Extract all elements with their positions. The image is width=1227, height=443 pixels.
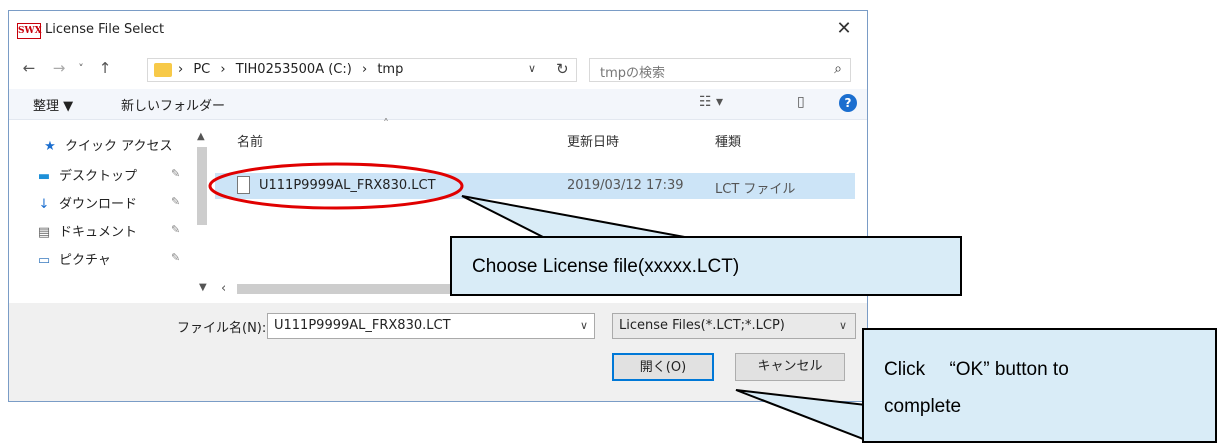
sidebar-item-label: クイック アクセス	[65, 139, 173, 154]
sidebar-item-label: ピクチャ	[59, 253, 111, 268]
sidebar-item-pictures[interactable]: ▭ ピクチャ	[35, 249, 111, 268]
help-icon[interactable]: ?	[839, 94, 857, 112]
back-arrow-icon[interactable]: ←	[19, 59, 39, 77]
cancel-button[interactable]: キャンセル	[735, 353, 845, 381]
callout-click-ok: Click “OK” button to complete	[862, 328, 1217, 443]
pin-icon[interactable]: ✎	[171, 195, 180, 208]
column-header-name[interactable]: 名前	[237, 131, 263, 150]
new-folder-button[interactable]: 新しいフォルダー	[121, 95, 225, 114]
pin-icon[interactable]: ✎	[171, 167, 180, 180]
breadcrumb[interactable]: › PC › TIH0253500A (C:) › tmp	[178, 62, 409, 77]
scroll-left-icon[interactable]: ‹	[221, 281, 226, 296]
callout-text: complete	[884, 396, 962, 417]
close-button[interactable]: ✕	[827, 15, 861, 43]
sidebar-scrollbar[interactable]: ▲	[195, 131, 209, 301]
pin-icon[interactable]: ✎	[171, 251, 180, 264]
sidebar-item-label: ダウンロード	[59, 197, 138, 212]
picture-icon: ▭	[37, 253, 51, 268]
download-icon: ↓	[38, 197, 50, 212]
callout-text: Click “OK” button to	[884, 359, 1069, 380]
filetype-select[interactable]: License Files(*.LCT;*.LCP) ∨	[612, 313, 856, 339]
breadcrumb-tmp[interactable]: tmp	[377, 62, 403, 77]
breadcrumb-separator: ›	[178, 62, 184, 77]
preview-pane-icon[interactable]: ▯	[797, 94, 805, 110]
refresh-icon[interactable]: ↻	[556, 60, 569, 78]
command-toolbar: 整理 ▼ 新しいフォルダー ☷ ▾ ▯ ?	[9, 89, 867, 120]
address-bar[interactable]: › PC › TIH0253500A (C:) › tmp ∨ ↻	[147, 58, 577, 82]
chevron-down-icon[interactable]: ∨	[839, 319, 847, 332]
table-row[interactable]: U111P9999AL_FRX830.LCT 2019/03/12 17:39 …	[215, 173, 855, 199]
desktop-icon: ▬	[37, 169, 51, 184]
dialog-title: License File Select	[45, 22, 165, 37]
organize-menu[interactable]: 整理 ▼	[33, 95, 73, 114]
file-name[interactable]: U111P9999AL_FRX830.LCT	[259, 178, 436, 193]
open-button[interactable]: 開く(O)	[612, 353, 714, 381]
file-date: 2019/03/12 17:39	[567, 178, 684, 193]
sidebar-collapse-icon[interactable]: ▼	[199, 282, 207, 293]
filename-value: U111P9999AL_FRX830.LCT	[274, 318, 451, 333]
column-header-date[interactable]: 更新日時	[567, 131, 619, 150]
file-type: LCT ファイル	[715, 182, 796, 197]
view-options-icon[interactable]: ☷ ▾	[699, 94, 723, 110]
file-select-dialog: SWX License File Select ✕ ← → ˅ ↑ › PC ›…	[8, 10, 868, 402]
dialog-footer: ファイル名(N): U111P9999AL_FRX830.LCT ∨ Licen…	[9, 303, 867, 401]
scrollbar-thumb[interactable]	[197, 147, 207, 225]
sidebar-item-desktop[interactable]: ▬ デスクトップ	[35, 165, 137, 184]
navigation-pane: ★ クイック アクセス ▬ デスクトップ ✎ ↓ ダウンロード ✎ ▤ ドキュメント ✎…	[9, 121, 209, 301]
filename-label: ファイル名(N):	[177, 321, 267, 336]
address-dropdown-icon[interactable]: ∨	[528, 62, 536, 75]
star-icon: ★	[44, 139, 56, 154]
search-input[interactable]: tmpの検索 ⌕	[589, 58, 851, 82]
breadcrumb-drive[interactable]: TIH0253500A (C:)	[236, 62, 352, 77]
navigation-bar: ← → ˅ ↑ › PC › TIH0253500A (C:) › tmp ∨ …	[9, 53, 867, 85]
sort-ascending-icon: ˄	[383, 117, 389, 131]
app-logo: SWX	[17, 23, 42, 39]
pin-icon[interactable]: ✎	[171, 223, 180, 236]
sidebar-item-label: デスクトップ	[59, 169, 138, 184]
up-folder-icon[interactable]: ↑	[95, 59, 115, 77]
search-icon[interactable]: ⌕	[834, 61, 842, 77]
document-icon: ▤	[37, 225, 51, 240]
callout-choose-file: Choose License file(xxxxx.LCT)	[450, 236, 962, 296]
scroll-up-icon[interactable]: ▲	[197, 131, 205, 142]
callout-text: Choose License file(xxxxx.LCT)	[472, 256, 740, 277]
breadcrumb-pc[interactable]: PC	[193, 62, 210, 77]
sidebar-item-label: ドキュメント	[59, 225, 138, 240]
sidebar-item-quick-access[interactable]: ★ クイック アクセス	[41, 135, 172, 154]
sidebar-item-documents[interactable]: ▤ ドキュメント	[35, 221, 137, 240]
column-header-type[interactable]: 種類	[715, 131, 741, 150]
forward-arrow-icon[interactable]: →	[49, 59, 69, 77]
title-bar: SWX License File Select ✕	[9, 11, 867, 49]
sidebar-item-downloads[interactable]: ↓ ダウンロード	[35, 193, 137, 212]
filetype-value: License Files(*.LCT;*.LCP)	[619, 318, 785, 333]
breadcrumb-separator: ›	[361, 62, 368, 77]
file-icon	[237, 176, 250, 194]
chevron-down-icon[interactable]: ∨	[580, 319, 588, 332]
recent-locations-icon[interactable]: ˅	[71, 62, 91, 75]
breadcrumb-separator: ›	[220, 62, 226, 77]
filename-field[interactable]: U111P9999AL_FRX830.LCT ∨	[267, 313, 595, 339]
folder-icon	[154, 63, 172, 77]
search-placeholder: tmpの検索	[600, 66, 666, 81]
